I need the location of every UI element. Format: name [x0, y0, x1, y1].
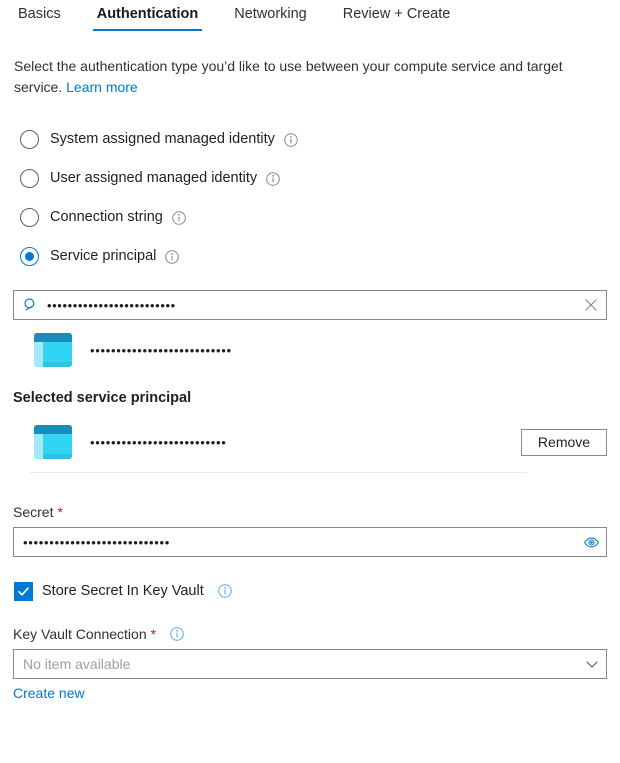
tab-networking[interactable]: Networking [216, 0, 325, 34]
eye-icon[interactable] [576, 528, 606, 556]
radio-option-service-principal[interactable]: Service principal [20, 237, 620, 276]
secret-label-text: Secret [13, 504, 54, 520]
key-vault-connection-selected-value: No item available [23, 656, 131, 672]
selected-service-principal-row: •••••••••••••••••••••••••• Remove [13, 422, 607, 462]
secret-input-wrapper[interactable]: •••••••••••••••••••••••••••• [13, 527, 607, 557]
authentication-type-radio-group: System assigned managed identity User as… [0, 120, 620, 276]
tab-basics-label: Basics [18, 6, 61, 22]
radio-indicator[interactable] [20, 208, 39, 227]
selected-service-principal-name: •••••••••••••••••••••••••• [90, 434, 227, 450]
info-icon[interactable] [165, 249, 180, 264]
search-result-name: ••••••••••••••••••••••••••• [90, 342, 232, 358]
icon-title-bar [34, 333, 72, 342]
radio-option-label: User assigned managed identity [50, 170, 258, 186]
radio-option-connection-string[interactable]: Connection string [20, 198, 620, 237]
info-icon[interactable] [266, 171, 280, 186]
tab-review-create[interactable]: Review + Create [325, 0, 469, 34]
icon-title-bar [34, 425, 72, 434]
radio-option-user-assigned-managed-identity[interactable]: User assigned managed identity [20, 159, 620, 198]
create-new-link[interactable]: Create new [13, 685, 85, 701]
radio-indicator[interactable] [20, 130, 39, 149]
learn-more-link[interactable]: Learn more [66, 79, 138, 95]
secret-input[interactable]: •••••••••••••••••••••••••••• [23, 535, 576, 550]
search-icon [23, 297, 39, 313]
wizard-tabs: Basics Authentication Networking Review … [0, 0, 620, 36]
required-marker: * [57, 504, 63, 520]
store-secret-in-key-vault-checkbox-row[interactable]: Store Secret In Key Vault [14, 581, 620, 601]
info-icon[interactable] [170, 627, 184, 641]
key-vault-connection-group: Key Vault Connection * No item available [13, 625, 607, 679]
radio-option-label: Connection string [50, 209, 163, 225]
info-icon[interactable] [217, 584, 232, 598]
radio-indicator-selected[interactable] [20, 247, 39, 266]
icon-footer-bar [43, 454, 72, 459]
chevron-down-icon[interactable] [578, 650, 606, 678]
tab-basics[interactable]: Basics [12, 0, 79, 34]
search-input[interactable]: ••••••••••••••••••••••••• [47, 298, 576, 313]
info-icon[interactable] [284, 132, 298, 147]
radio-option-label: System assigned managed identity [50, 131, 275, 147]
key-vault-connection-label-text: Key Vault Connection [13, 626, 147, 642]
service-principal-icon [34, 425, 72, 459]
key-vault-connection-dropdown[interactable]: No item available [13, 649, 607, 679]
selected-service-principal-panel: •••••••••••••••••••••••••• Remove [13, 422, 607, 473]
tab-authentication[interactable]: Authentication [79, 0, 217, 34]
tab-review-create-label: Review + Create [342, 6, 451, 22]
radio-option-label: Service principal [50, 248, 157, 264]
authentication-description: Select the authentication type you’d lik… [14, 56, 599, 98]
checkbox-label: Store Secret In Key Vault [42, 583, 204, 599]
selected-service-principal-heading: Selected service principal [13, 390, 192, 406]
icon-side-panel [34, 434, 43, 459]
tab-networking-label: Networking [234, 6, 307, 22]
icon-side-panel [34, 342, 43, 367]
service-principal-search-box[interactable]: ••••••••••••••••••••••••• [13, 290, 607, 320]
secret-label: Secret * [13, 503, 607, 521]
tab-authentication-label: Authentication [96, 6, 199, 22]
checkbox-indicator[interactable] [14, 581, 33, 601]
key-vault-connection-label: Key Vault Connection * [13, 625, 607, 643]
icon-footer-bar [43, 362, 72, 367]
info-icon[interactable] [172, 210, 186, 225]
search-result-item[interactable]: ••••••••••••••••••••••••••• [34, 332, 620, 368]
required-marker: * [150, 626, 157, 642]
create-new-row: Create new [13, 685, 620, 701]
row-divider [30, 472, 527, 473]
radio-indicator[interactable] [20, 169, 39, 188]
radio-option-system-assigned-managed-identity[interactable]: System assigned managed identity [20, 120, 620, 159]
service-principal-icon [34, 333, 72, 367]
secret-field-group: Secret * •••••••••••••••••••••••••••• [13, 503, 607, 557]
remove-button[interactable]: Remove [521, 428, 607, 456]
close-icon[interactable] [576, 291, 606, 319]
